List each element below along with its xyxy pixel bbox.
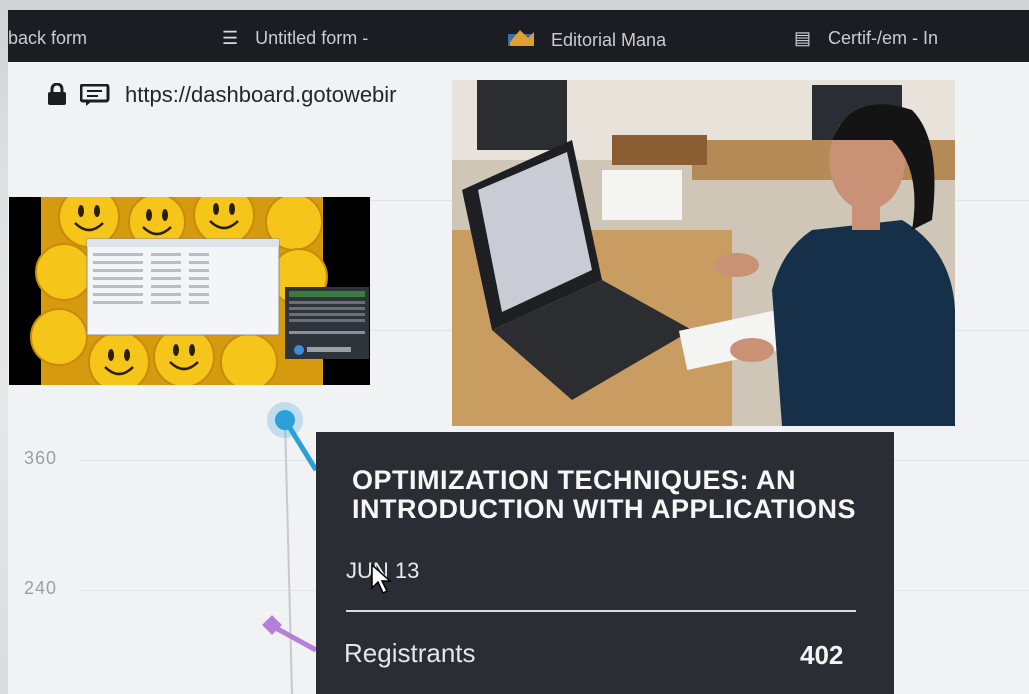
webinar-title: OPTIMIZATION TECHNIQUES: AN INTRODUCTION… <box>352 465 856 524</box>
registrants-label: Registrants <box>344 638 476 668</box>
smiley-wallpaper-image <box>9 197 370 385</box>
webinar-screenshot-inset <box>9 197 370 385</box>
chart-tooltip: OPTIMIZATION TECHNIQUES: AN INTRODUCTION… <box>316 432 894 694</box>
presenter-photo-image <box>452 80 955 426</box>
tooltip-divider <box>346 610 856 612</box>
hover-guide-line <box>284 419 293 694</box>
series-line-purple <box>270 623 318 653</box>
presenter-photo-inset <box>452 80 955 426</box>
registrants-count: 402 <box>800 640 844 670</box>
data-point-selected[interactable] <box>275 410 295 430</box>
mouse-cursor-icon <box>371 564 392 594</box>
